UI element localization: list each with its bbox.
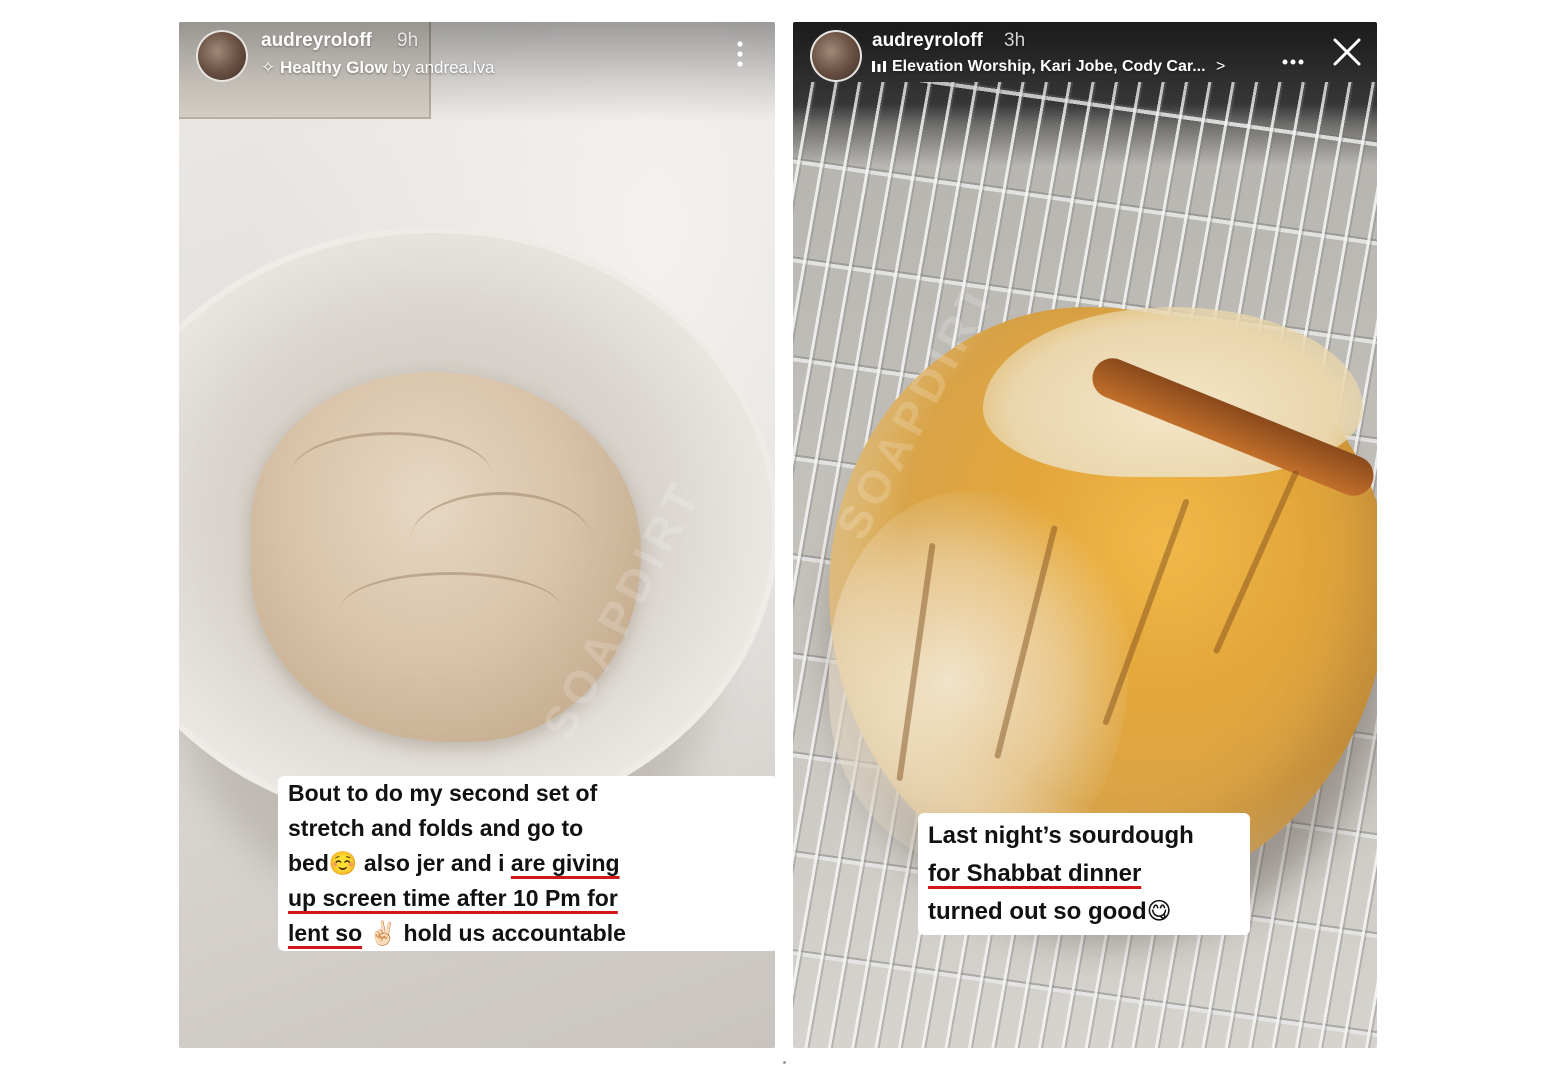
effect-line[interactable]: ✧ Healthy Glow by andrea.lva [261, 58, 495, 78]
dough-fold [341, 572, 561, 645]
post-time: 3h [1004, 30, 1026, 51]
caption-box: Last night’s sourdough for Shabbat dinne… [918, 813, 1250, 935]
avatar[interactable] [196, 30, 248, 82]
caption-underlined: are giving [510, 850, 620, 876]
avatar[interactable] [810, 30, 862, 82]
caption-line-underlined: up screen time after 10 Pm for [288, 885, 618, 911]
music-artists[interactable]: Elevation Worship, Kari Jobe, Cody Car..… [892, 58, 1206, 75]
caption-line: turned out so good😋 [928, 898, 1172, 925]
effect-by: by [392, 58, 411, 77]
caption-underlined: lent so [288, 920, 363, 946]
caption-line: bed☺️ also jer and i are giving [288, 846, 730, 881]
username[interactable]: audreyroloff [872, 30, 983, 52]
more-vertical-icon[interactable] [735, 40, 745, 72]
sparkle-icon: ✧ [261, 58, 276, 77]
caption-line: Bout to do my second set of [288, 780, 598, 806]
caption-line: lent so ✌🏻 hold us accountable [288, 916, 730, 951]
page-dot [783, 1061, 786, 1064]
music-line[interactable]: Elevation Worship, Kari Jobe, Cody Car..… [872, 58, 1225, 78]
caption-box: Bout to do my second set of stretch and … [278, 776, 775, 951]
effect-author[interactable]: andrea.lva [415, 58, 494, 77]
caption-line: Last night’s sourdough [928, 822, 1194, 849]
close-icon[interactable] [1331, 36, 1363, 68]
story-right[interactable]: SOAPDIRT audreyroloff 3h Elevation Worsh… [793, 22, 1377, 1048]
dough-fold [411, 492, 591, 585]
username[interactable]: audreyroloff [261, 30, 372, 52]
music-bars-icon [872, 59, 886, 78]
caption-line-underlined: for Shabbat dinner [928, 860, 1142, 887]
caption-line: stretch and folds and go to [288, 815, 584, 841]
post-time: 9h [397, 30, 419, 51]
story-header: audreyroloff 3h Elevation Worship, Kari … [793, 22, 1377, 122]
caption-text: ✌🏻 hold us accountable [362, 920, 626, 946]
story-header: audreyroloff 9h ✧ Healthy Glow by andrea… [179, 22, 775, 122]
effect-name[interactable]: Healthy Glow [280, 58, 388, 77]
caption-text: bed☺️ also jer and i [288, 850, 511, 876]
chevron-right-icon[interactable]: > [1216, 58, 1225, 75]
story-left[interactable]: SOAPDIRT audreyroloff 9h ✧ Healthy Glow … [179, 22, 775, 1048]
more-horizontal-icon[interactable] [1281, 44, 1305, 70]
